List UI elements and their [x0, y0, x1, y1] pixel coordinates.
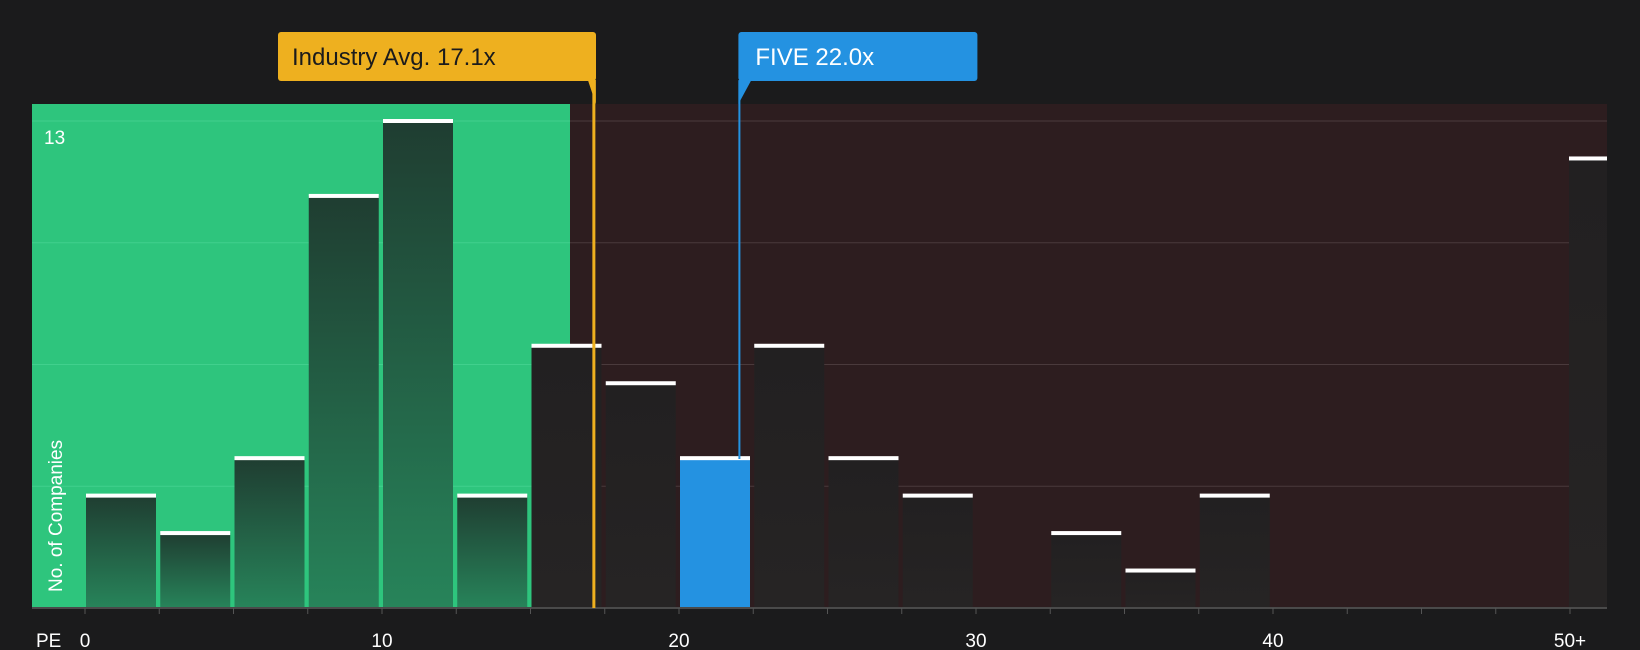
bar-top-cap: [828, 456, 899, 461]
x-axis-label: PE: [36, 631, 61, 650]
x-tick-label: 50+: [1554, 631, 1586, 650]
histogram-bar: [531, 345, 602, 608]
histogram-bar: [1199, 495, 1270, 608]
histogram-bar: [234, 458, 305, 608]
bar-top-cap: [383, 119, 453, 123]
histogram-bar: [457, 495, 528, 608]
x-tick-label: 40: [1262, 631, 1283, 650]
bar-top-cap: [1125, 568, 1196, 573]
bar-top-cap: [531, 343, 602, 348]
y-axis-label: No. of Companies: [46, 440, 67, 592]
bar-top-cap: [754, 343, 825, 348]
histogram-bar: [383, 121, 453, 608]
pe-distribution-chart: 0 10 20 30 40 50+ PE No. of Companies 13 Industry…: [0, 0, 1640, 650]
bar-top-cap: [86, 493, 156, 498]
histogram-bar: [605, 383, 676, 608]
y-max-label: 13: [44, 128, 65, 149]
industry-avg-label: Industry Avg. 17.1x: [292, 44, 496, 71]
bar-top-cap: [1569, 156, 1607, 161]
bar-top-cap: [1051, 531, 1122, 536]
histogram-bar: [680, 458, 750, 608]
x-tick-label: 30: [965, 631, 986, 650]
bar-top-cap: [160, 531, 231, 536]
histogram-bar: [86, 495, 156, 608]
x-tick-label: 20: [668, 631, 689, 650]
histogram-bar: [308, 195, 379, 608]
bar-top-cap: [234, 456, 305, 461]
x-tick-label: 10: [371, 631, 392, 650]
company-pe-label: FIVE 22.0x: [755, 44, 874, 71]
histogram-bar: [828, 458, 899, 608]
chart-svg: 0 10 20 30 40 50+ PE No. of Companies 13 Industry…: [32, 32, 1607, 650]
histogram-bar: [902, 495, 973, 608]
bar-top-cap: [902, 493, 973, 498]
histogram-bar: [1051, 533, 1122, 608]
bar-top-cap: [457, 493, 528, 498]
bar-top-cap: [308, 193, 379, 198]
histogram-bar: [754, 345, 825, 608]
bar-top-cap: [605, 381, 676, 386]
histogram-bar: [1569, 158, 1607, 608]
x-tick-label: 0: [80, 631, 91, 650]
bar-top-cap: [1199, 493, 1270, 498]
histogram-bar: [160, 533, 231, 608]
histogram-bar: [1125, 570, 1196, 608]
